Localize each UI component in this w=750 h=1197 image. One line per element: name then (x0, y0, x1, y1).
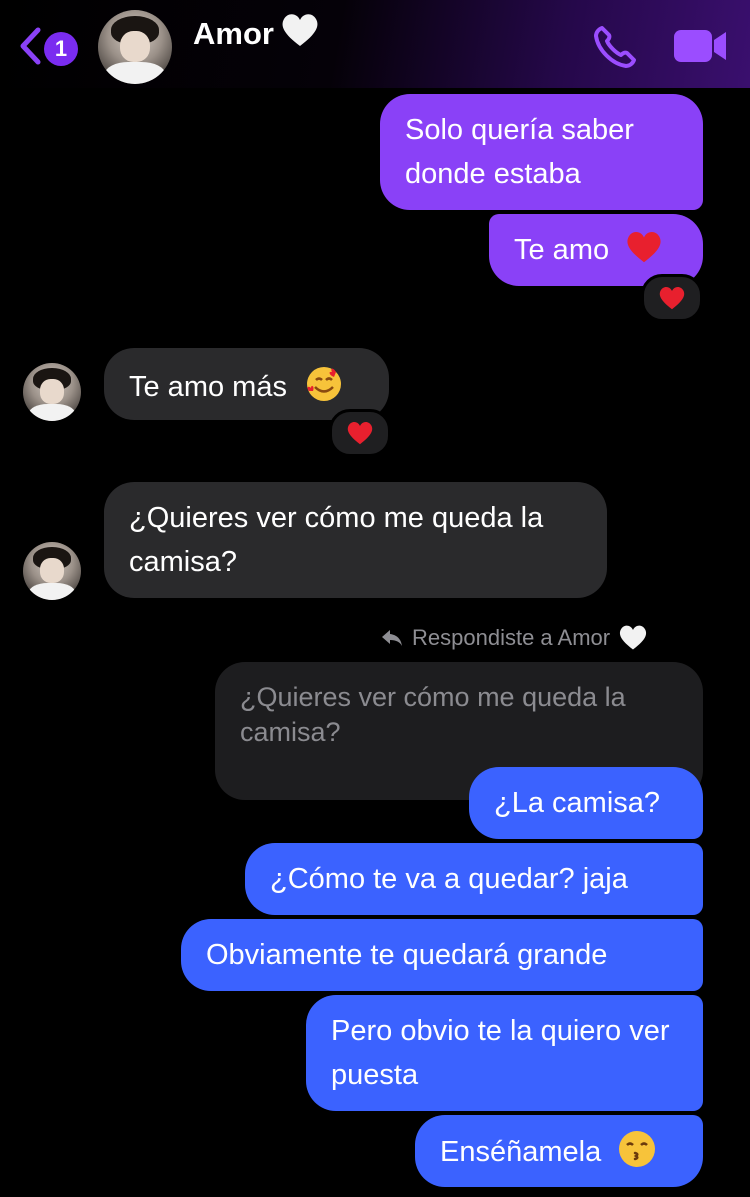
message-bubble-received[interactable]: ¿Quieres ver cómo me queda la camisa? (104, 482, 607, 598)
chevron-left-icon (20, 27, 41, 65)
message-bubble-sent[interactable]: Pero obvio te la quiero ver puesta (306, 995, 703, 1111)
kissing-face-icon (619, 1131, 656, 1167)
white-heart-icon (620, 625, 647, 650)
message-bubble-sent[interactable]: ¿Cómo te va a quedar? jaja (245, 843, 703, 915)
red-heart-icon (659, 286, 685, 310)
white-heart-icon (282, 14, 318, 46)
smiling-face-with-hearts-icon (307, 367, 342, 401)
contact-name[interactable]: Amor (193, 12, 320, 52)
back-button[interactable]: 1 (14, 22, 86, 68)
chat-header: 1 Amor (0, 0, 750, 88)
contact-avatar[interactable] (98, 10, 172, 84)
message-bubble-sent[interactable]: Obviamente te quedará grande (181, 919, 703, 991)
reply-indicator: Respondiste a Amor (380, 624, 648, 651)
video-call-button[interactable] (672, 26, 730, 66)
phone-icon (594, 26, 636, 68)
red-heart-icon (627, 232, 661, 263)
message-bubble-sent[interactable]: Solo quería saber donde estaba (380, 94, 703, 210)
contact-avatar-small[interactable] (23, 542, 81, 600)
reaction-badge[interactable] (641, 274, 703, 322)
reaction-badge[interactable] (329, 409, 391, 457)
contact-avatar-small[interactable] (23, 363, 81, 421)
unread-badge: 1 (44, 32, 78, 66)
message-bubble-sent[interactable]: Enséñamela (415, 1115, 703, 1187)
red-heart-icon (347, 421, 373, 445)
reply-arrow-icon (382, 629, 402, 646)
call-button[interactable] (592, 24, 638, 70)
video-camera-icon (674, 30, 726, 62)
message-bubble-sent[interactable]: ¿La camisa? (469, 767, 703, 839)
